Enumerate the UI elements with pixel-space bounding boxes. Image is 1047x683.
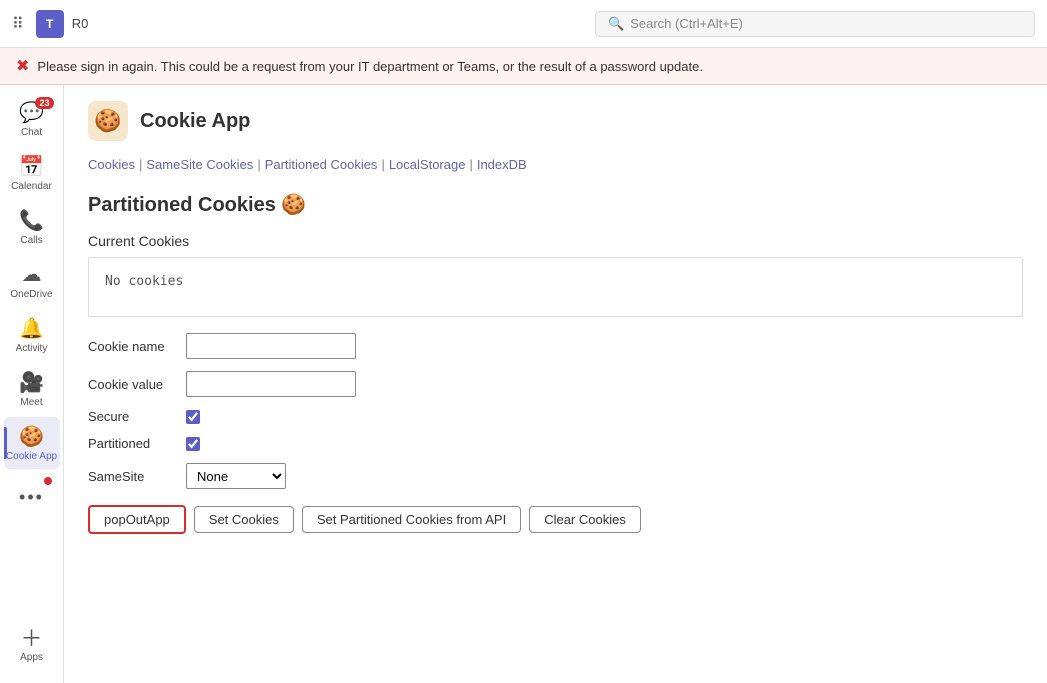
alert-bar: ✖ Please sign in again. This could be a … [0,48,1047,85]
sidebar-label-onedrive: OneDrive [10,289,52,300]
nav-link-partitioned[interactable]: Partitioned Cookies [265,157,378,172]
nav-link-cookies[interactable]: Cookies [88,157,135,172]
cookie-name-label: Cookie name [88,339,178,354]
nav-link-localstorage[interactable]: LocalStorage [389,157,466,172]
search-placeholder: Search (Ctrl+Alt+E) [630,16,743,31]
cookie-name-input[interactable] [186,333,356,359]
secure-row: Secure [88,409,1023,424]
sidebar-item-calendar[interactable]: 📅 Calendar [4,147,60,199]
sidebar-label-calls: Calls [20,235,42,246]
meet-icon: 🎥 [19,370,44,395]
sidebar-item-calls[interactable]: 📞 Calls [4,201,60,253]
sidebar: 💬 Chat 23 📅 Calendar 📞 Calls ☁ OneDrive … [0,85,64,683]
set-partitioned-cookies-button[interactable]: Set Partitioned Cookies from API [302,506,521,533]
alert-message: Please sign in again. This could be a re… [37,59,703,74]
samesite-select[interactable]: None Lax Strict [186,463,286,489]
cookie-value-row: Cookie value [88,371,1023,397]
cookie-value-label: Cookie value [88,377,178,392]
nav-links: Cookies | SameSite Cookies | Partitioned… [88,157,1023,172]
search-bar[interactable]: 🔍 Search (Ctrl+Alt+E) [595,11,1035,37]
sidebar-item-chat[interactable]: 💬 Chat 23 [4,93,60,145]
apps-icon: ＋ [20,628,42,650]
samesite-row: SameSite None Lax Strict [88,463,1023,489]
secure-label: Secure [88,409,178,424]
sidebar-item-apps[interactable]: ＋ Apps [4,619,60,671]
sidebar-label-calendar: Calendar [11,181,52,192]
page-title: Partitioned Cookies 🍪 [88,192,1023,217]
calls-icon: 📞 [19,208,44,233]
sidebar-label-meet: Meet [20,397,42,408]
pop-out-app-button[interactable]: popOutApp [88,505,186,534]
sidebar-item-cookie-app[interactable]: 🍪 Cookie App [4,417,60,469]
cookie-value-input[interactable] [186,371,356,397]
sidebar-item-activity[interactable]: 🔔 Activity [4,309,60,361]
sidebar-item-onedrive[interactable]: ☁ OneDrive [4,255,60,307]
topbar: ⠿ T R0 🔍 Search (Ctrl+Alt+E) [0,0,1047,48]
chat-badge: 23 [35,97,53,109]
partitioned-checkbox[interactable] [186,437,200,451]
sidebar-label-cookie-app: Cookie App [6,451,57,462]
clear-cookies-button[interactable]: Clear Cookies [529,506,641,533]
nav-link-indexdb[interactable]: IndexDB [477,157,527,172]
set-cookies-button[interactable]: Set Cookies [194,506,294,533]
app-title: Cookie App [140,110,250,133]
partitioned-row: Partitioned [88,436,1023,451]
sidebar-label-chat: Chat [21,127,42,138]
app-logo: 🍪 [88,101,128,141]
teams-logo: T [36,10,64,38]
nav-link-samesite[interactable]: SameSite Cookies [146,157,253,172]
sidebar-item-meet[interactable]: 🎥 Meet [4,363,60,415]
buttons-row: popOutApp Set Cookies Set Partitioned Co… [88,505,1023,534]
cookie-app-icon: 🍪 [19,424,44,449]
cookie-name-row: Cookie name [88,333,1023,359]
more-dot-badge [44,477,52,485]
activity-icon: 🔔 [19,316,44,341]
partitioned-label: Partitioned [88,436,178,451]
cookie-display-box: No cookies [88,257,1023,317]
onedrive-icon: ☁ [22,262,42,287]
calendar-icon: 📅 [19,154,44,179]
sidebar-label-activity: Activity [16,343,48,354]
secure-checkbox[interactable] [186,410,200,424]
app-header: 🍪 Cookie App [88,101,1023,141]
no-cookies-text: No cookies [105,274,183,289]
section-label: Current Cookies [88,233,1023,249]
alert-icon: ✖ [16,56,29,76]
tenant-id: R0 [72,16,89,31]
sidebar-item-more[interactable]: ••• [4,471,60,523]
grid-icon[interactable]: ⠿ [12,14,24,34]
main-layout: 💬 Chat 23 📅 Calendar 📞 Calls ☁ OneDrive … [0,85,1047,683]
samesite-label: SameSite [88,469,178,484]
sidebar-label-apps: Apps [20,652,43,663]
content-area: 🍪 Cookie App Cookies | SameSite Cookies … [64,85,1047,683]
search-icon: 🔍 [608,16,624,32]
